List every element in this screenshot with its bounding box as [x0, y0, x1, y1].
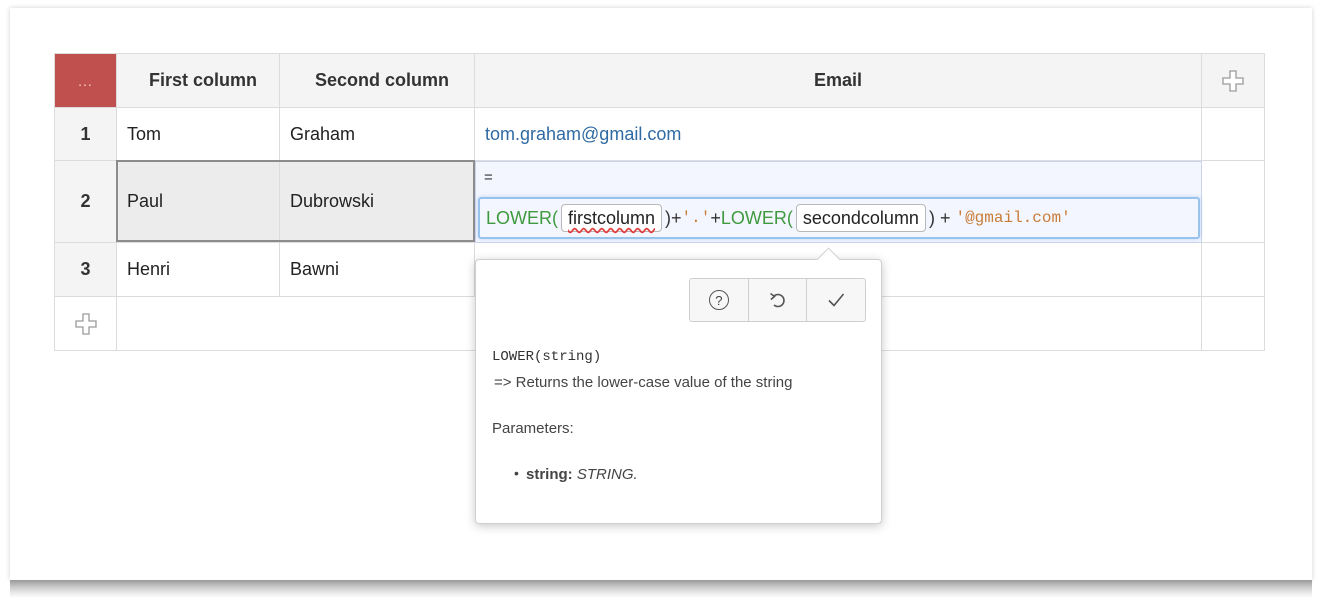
column-token[interactable]: secondcolumn — [795, 204, 926, 232]
parameter-name: string: — [526, 466, 573, 483]
table-menu-button[interactable]: ... — [54, 53, 117, 108]
bullet-icon: • — [514, 465, 519, 481]
function-help-popup: ? LOWER(string) => Returns the lower-cas… — [475, 247, 882, 524]
row-number[interactable]: 2 — [54, 161, 117, 243]
function-signature: LOWER(string) — [492, 349, 602, 365]
plus-icon — [74, 312, 97, 335]
formula-input[interactable]: LOWER( firstcolumn )+ '.' + LOWER( secon… — [478, 197, 1200, 239]
table-cell-selected[interactable]: Paul — [117, 161, 280, 243]
row-number[interactable]: 1 — [54, 108, 117, 161]
formula-operator: )+ — [665, 207, 682, 228]
email-link[interactable]: tom.graham@gmail.com — [475, 108, 1202, 161]
help-button[interactable]: ? — [690, 279, 749, 321]
table-cell[interactable] — [1202, 243, 1265, 297]
table-cell[interactable] — [1202, 108, 1265, 161]
undo-icon — [769, 292, 785, 308]
confirm-button[interactable] — [807, 279, 865, 321]
popup-toolbar: ? — [689, 278, 866, 322]
function-description: => Returns the lower-case value of the s… — [494, 374, 793, 391]
plus-icon — [1222, 69, 1244, 92]
add-row-button[interactable] — [54, 297, 117, 351]
page-shadow — [10, 580, 1312, 598]
table-cell[interactable]: Tom — [117, 108, 280, 161]
formula-editor[interactable]: = LOWER( firstcolumn )+ '.' + LOWER( sec… — [475, 161, 1202, 243]
add-column-button[interactable] — [1202, 53, 1265, 108]
formula-operator: + — [710, 207, 721, 228]
formula-prefix: = — [484, 169, 493, 186]
parameters-label: Parameters: — [492, 420, 574, 437]
check-icon — [828, 293, 845, 307]
function-name: LOWER( — [720, 207, 793, 228]
string-literal: '.' — [681, 209, 711, 227]
help-icon: ? — [708, 290, 729, 310]
table-footer — [1202, 297, 1265, 351]
column-header-second[interactable]: Second column — [280, 53, 475, 108]
table-cell[interactable] — [1202, 161, 1265, 243]
function-name: LOWER( — [486, 207, 558, 228]
table-cell[interactable]: Graham — [280, 108, 475, 161]
column-header-email[interactable]: Email — [475, 53, 1202, 108]
table-cell[interactable]: Bawni — [280, 243, 475, 297]
parameter-type: STRING. — [576, 466, 638, 483]
column-token[interactable]: firstcolumn — [561, 204, 663, 232]
column-header-first[interactable]: First column — [117, 53, 280, 108]
string-literal: '@gmail.com' — [955, 209, 1071, 227]
row-number[interactable]: 3 — [54, 243, 117, 297]
table-cell[interactable]: Henri — [117, 243, 280, 297]
undo-button[interactable] — [749, 279, 808, 321]
table-cell-selected[interactable]: Dubrowski — [280, 161, 475, 243]
formula-operator: ) + — [928, 207, 956, 228]
parameter-item: string: STRING. — [526, 466, 638, 483]
